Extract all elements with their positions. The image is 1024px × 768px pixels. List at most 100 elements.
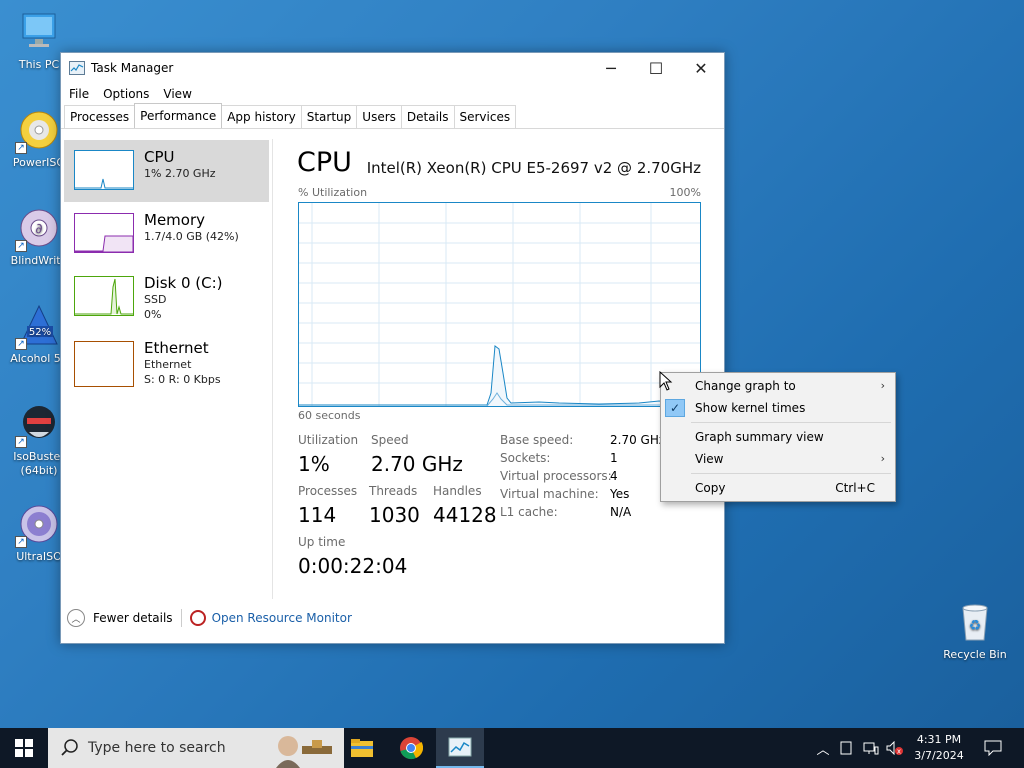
tab-performance[interactable]: Performance xyxy=(134,103,223,128)
tab-startup[interactable]: Startup xyxy=(300,105,358,128)
taskbar-file-explorer[interactable] xyxy=(338,728,386,768)
taskbar-clock[interactable]: 4:31 PM 3/7/2024 xyxy=(904,732,974,764)
maximize-button[interactable]: ☐ xyxy=(633,53,679,83)
menu-item-label: Change graph to xyxy=(695,379,796,393)
volume-muted-icon[interactable]: x xyxy=(884,728,906,768)
utilization-value: 1% xyxy=(298,452,330,476)
tab-processes[interactable]: Processes xyxy=(64,105,136,128)
tray-tablet-icon[interactable] xyxy=(836,728,856,768)
isobuster-icon: ↗ xyxy=(15,402,61,448)
resource-detail: 1.7/4.0 GB (42%) xyxy=(144,230,239,243)
tab-strip: Processes Performance App history Startu… xyxy=(61,103,724,129)
threads-label: Threads xyxy=(369,484,418,498)
resource-name: Disk 0 (C:) xyxy=(144,274,223,292)
resource-detail-2: 0% xyxy=(144,308,162,321)
start-button[interactable] xyxy=(0,728,48,768)
menu-item-change-graph[interactable]: Change graph to › xyxy=(661,375,895,397)
minimize-button[interactable]: ─ xyxy=(588,53,634,83)
window-title: Task Manager xyxy=(91,61,174,75)
resource-detail: SSD xyxy=(144,293,167,306)
chevron-right-icon: › xyxy=(880,379,885,392)
disk-thumbnail-graph xyxy=(74,276,134,316)
chrome-icon xyxy=(400,737,423,760)
tab-services[interactable]: Services xyxy=(453,105,517,128)
open-resource-monitor-link[interactable]: Open Resource Monitor xyxy=(212,611,352,625)
menu-view[interactable]: View xyxy=(161,87,197,101)
sockets-value: 1 xyxy=(610,451,618,465)
menu-item-graph-summary-view[interactable]: Graph summary view xyxy=(661,426,895,448)
resource-ethernet[interactable]: Ethernet Ethernet S: 0 R: 0 Kbps xyxy=(64,329,269,391)
search-highlight-image-icon xyxy=(268,728,344,768)
uptime-label: Up time xyxy=(298,535,346,549)
desktop-icon-label: Recycle Bin xyxy=(943,648,1007,661)
clock-date: 3/7/2024 xyxy=(914,749,964,762)
resource-disk[interactable]: Disk 0 (C:) SSD 0% xyxy=(64,266,269,328)
mouse-cursor-icon xyxy=(659,371,673,391)
close-button[interactable]: ✕ xyxy=(678,53,724,83)
task-manager-window: Task Manager ─ ☐ ✕ File Options View Pro… xyxy=(60,52,725,644)
cpu-model: Intel(R) Xeon(R) CPU E5-2697 v2 @ 2.70GH… xyxy=(366,159,701,177)
menu-item-shortcut: Ctrl+C xyxy=(835,481,875,495)
menu-item-view[interactable]: View › xyxy=(661,448,895,470)
resource-memory[interactable]: Memory 1.7/4.0 GB (42%) xyxy=(64,203,269,265)
blindwrite-disc-icon: ∂ ↗ xyxy=(15,206,61,252)
sockets-label: Sockets: xyxy=(500,451,551,465)
shortcut-arrow-icon: ↗ xyxy=(15,142,27,154)
search-icon xyxy=(60,738,80,758)
menu-file[interactable]: File xyxy=(67,87,95,101)
resource-detail-2: S: 0 R: 0 Kbps xyxy=(144,373,221,386)
chevron-up-icon[interactable]: ︿ xyxy=(67,609,85,627)
menu-item-label: View xyxy=(695,452,724,466)
resource-cpu[interactable]: CPU 1% 2.70 GHz xyxy=(64,140,269,202)
tab-app-history[interactable]: App history xyxy=(221,105,302,128)
folder-icon xyxy=(351,739,373,757)
taskbar-search-box[interactable]: Type here to search xyxy=(48,728,344,768)
virtual-processors-value: 4 xyxy=(610,469,618,483)
desktop-icon-recycle-bin[interactable]: ♻ Recycle Bin xyxy=(936,600,1014,662)
utilization-label: Utilization xyxy=(298,433,359,447)
base-speed-value: 2.70 GHz xyxy=(610,433,666,447)
handles-label: Handles xyxy=(433,484,482,498)
tab-details[interactable]: Details xyxy=(400,105,455,128)
menu-item-label: Graph summary view xyxy=(695,430,824,444)
ultraiso-disc-icon: ↗ xyxy=(15,502,61,548)
taskbar-chrome[interactable] xyxy=(387,728,435,768)
resource-name: Ethernet xyxy=(144,339,209,357)
network-icon[interactable] xyxy=(860,728,882,768)
svg-text:x: x xyxy=(897,748,901,756)
menu-item-copy[interactable]: Copy Ctrl+C xyxy=(661,477,895,499)
svg-text:52%: 52% xyxy=(29,327,51,338)
menu-item-show-kernel-times[interactable]: ✓ Show kernel times xyxy=(661,397,895,419)
utilization-max-label: 100% xyxy=(669,186,701,199)
threads-value: 1030 xyxy=(369,503,420,527)
tab-users[interactable]: Users xyxy=(356,105,402,128)
menu-item-label: Copy xyxy=(695,481,726,495)
alcohol-logo-icon: 52% ↗ xyxy=(15,304,61,350)
notifications-icon[interactable] xyxy=(978,728,1008,768)
menu-separator xyxy=(691,422,891,423)
show-hidden-icons-chevron[interactable]: ︿ xyxy=(812,728,834,768)
resource-name: CPU xyxy=(144,148,175,166)
resource-list: CPU 1% 2.70 GHz Memory 1.7/4.0 GB (42%) … xyxy=(61,139,273,599)
task-manager-icon xyxy=(448,737,472,757)
task-manager-icon xyxy=(69,61,85,75)
clock-time: 4:31 PM xyxy=(916,733,962,746)
monitor-icon xyxy=(17,10,61,54)
title-bar[interactable]: Task Manager ─ ☐ ✕ xyxy=(61,53,724,83)
cpu-utilization-graph[interactable] xyxy=(298,202,701,407)
search-placeholder: Type here to search xyxy=(88,740,226,756)
taskbar-task-manager[interactable] xyxy=(436,728,484,768)
taskbar: Type here to search ︿ x 4:31 PM 3/7/2024 xyxy=(0,728,1024,768)
menu-separator xyxy=(691,473,891,474)
processes-label: Processes xyxy=(298,484,358,498)
recycle-bin-icon: ♻ xyxy=(953,600,997,644)
menu-options[interactable]: Options xyxy=(101,87,155,101)
fewer-details-button[interactable]: Fewer details xyxy=(93,611,173,625)
shortcut-arrow-icon: ↗ xyxy=(15,338,27,350)
uptime-value: 0:00:22:04 xyxy=(298,554,408,578)
shortcut-arrow-icon: ↗ xyxy=(15,436,27,448)
resource-monitor-icon[interactable] xyxy=(189,610,206,626)
speed-label: Speed xyxy=(371,433,409,447)
svg-text:∂: ∂ xyxy=(35,221,42,237)
graph-context-menu: Change graph to › ✓ Show kernel times Gr… xyxy=(660,372,896,502)
